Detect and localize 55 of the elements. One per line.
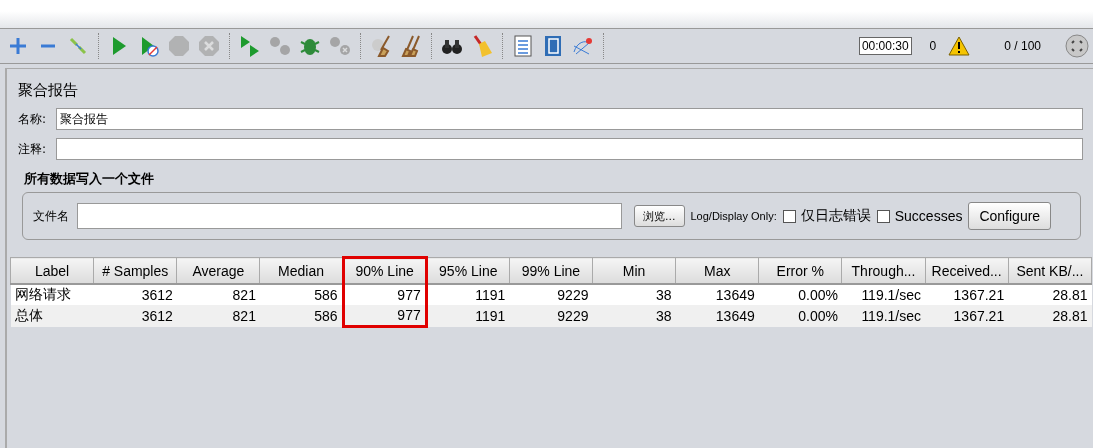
- list-icon[interactable]: [511, 34, 535, 58]
- browse-button[interactable]: 浏览...: [634, 205, 685, 227]
- thread-count: 0 / 100: [1004, 39, 1041, 53]
- column-header[interactable]: 90% Line: [343, 257, 427, 284]
- column-header[interactable]: 95% Line: [426, 257, 510, 284]
- column-header[interactable]: Through...: [841, 257, 926, 284]
- checkbox[interactable]: [782, 209, 796, 223]
- table-cell: 总体: [10, 305, 94, 327]
- log-display-label: Log/Display Only:: [690, 210, 777, 222]
- comment-label: 注释:: [18, 140, 48, 158]
- checkbox-label: Successes: [894, 208, 963, 224]
- name-field[interactable]: 聚合报告: [56, 108, 1083, 130]
- table-cell: 821: [176, 305, 260, 327]
- panel-title: 聚合报告: [18, 81, 79, 100]
- table-cell: 119.1/sec: [841, 305, 926, 327]
- configure-button[interactable]: Configure: [968, 202, 1052, 230]
- column-header[interactable]: Label: [10, 257, 94, 284]
- filename-label: 文件名: [33, 207, 69, 225]
- checkbox[interactable]: [876, 209, 890, 223]
- column-header[interactable]: Min: [592, 257, 676, 284]
- column-header[interactable]: Median: [259, 257, 344, 284]
- section-title: 所有数据写入一个文件: [24, 170, 155, 188]
- elapsed-time: 00:00:30: [858, 37, 912, 55]
- table-cell: 1191: [426, 305, 510, 327]
- table-cell: 1367.21: [925, 284, 1009, 305]
- column-header[interactable]: # Samples: [93, 257, 177, 284]
- column-header[interactable]: Max: [675, 257, 759, 284]
- column-header[interactable]: 99% Line: [509, 257, 593, 284]
- table-cell: 网络请求: [10, 284, 94, 305]
- table-cell: 38: [592, 284, 676, 305]
- column-header[interactable]: Error %: [758, 257, 842, 284]
- checkbox-label: 仅日志错误: [800, 207, 871, 225]
- table-cell: 28.81: [1008, 284, 1092, 305]
- column-header[interactable]: Sent KB/...: [1008, 257, 1092, 284]
- error-count: 0: [929, 39, 937, 53]
- table-cell: 9229: [509, 284, 593, 305]
- column-header[interactable]: Received...: [925, 257, 1009, 284]
- comment-field[interactable]: [56, 138, 1083, 160]
- table-cell: 1367.21: [925, 305, 1009, 327]
- status-icon: [1065, 34, 1089, 58]
- table-cell: 3612: [93, 305, 177, 327]
- table-cell: 586: [259, 305, 344, 327]
- filename-field[interactable]: [77, 203, 622, 229]
- table-cell: 28.81: [1008, 305, 1092, 327]
- table-cell: 38: [592, 305, 676, 327]
- name-label: 名称:: [18, 110, 48, 128]
- warning-icon[interactable]: [948, 36, 971, 56]
- table-cell: 9229: [509, 305, 593, 327]
- broom-gear-icon[interactable]: [369, 34, 393, 58]
- column-header[interactable]: Average: [176, 257, 260, 284]
- table-cell: 0.00%: [758, 305, 842, 327]
- table-cell: 977: [343, 284, 427, 305]
- table-cell: 977: [343, 305, 427, 327]
- brooms-icon[interactable]: [399, 34, 423, 58]
- table-cell: 13649: [675, 305, 759, 327]
